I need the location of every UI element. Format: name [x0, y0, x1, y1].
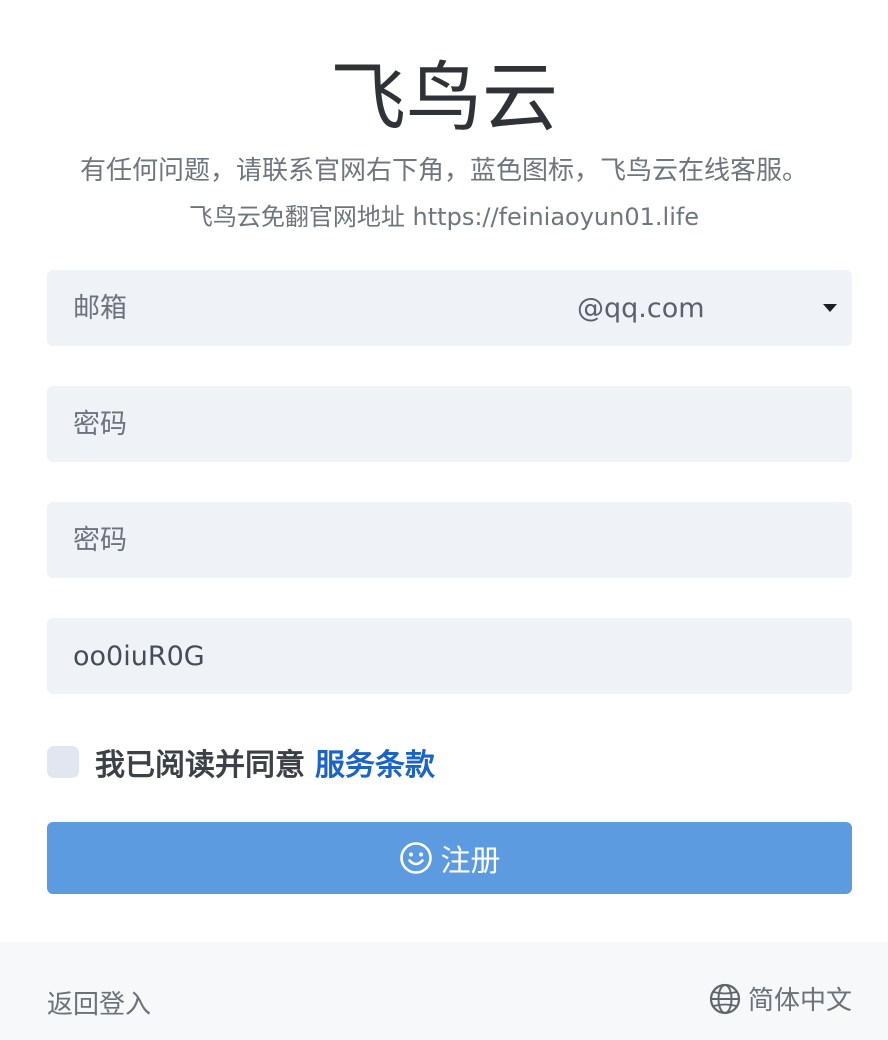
language-label: 简体中文 — [747, 986, 852, 1016]
email-domain-select[interactable]: @qq.com — [577, 270, 852, 346]
email-domain-value: @qq.com — [577, 292, 705, 324]
password-confirm-field — [47, 502, 852, 578]
agree-label: 我已阅读并同意 — [95, 748, 305, 783]
password-confirm-input[interactable] — [47, 502, 852, 578]
agree-checkbox[interactable] — [47, 746, 79, 778]
language-switcher[interactable]: 简体中文 — [708, 980, 852, 1017]
footer-bar: 返回登入 简体中文 — [0, 942, 888, 1040]
caret-down-icon — [823, 304, 837, 312]
terms-agreement: 我已阅读并同意 服务条款 — [47, 740, 435, 784]
password-input[interactable] — [47, 386, 852, 462]
official-url-line: 飞鸟云免翻官网地址 https://feiniaoyun01.life — [188, 203, 700, 231]
register-page: 飞鸟云 有任何问题，请联系官网右下角，蓝色图标，飞鸟云在线客服。 飞鸟云免翻官网… — [0, 0, 888, 1040]
invite-code-field — [47, 618, 852, 694]
register-label: 注册 — [440, 844, 501, 879]
email-field: @qq.com — [47, 270, 852, 346]
register-button[interactable]: 注册 — [47, 822, 852, 894]
back-to-login-link[interactable]: 返回登入 — [47, 984, 151, 1021]
password-field — [47, 386, 852, 462]
support-notice: 有任何问题，请联系官网右下角，蓝色图标，飞鸟云在线客服。 — [79, 156, 808, 186]
app-title: 飞鸟云 — [330, 53, 558, 142]
globe-icon — [709, 983, 741, 1014]
terms-link[interactable]: 服务条款 — [315, 740, 435, 784]
invite-code-input[interactable] — [47, 618, 852, 694]
email-input[interactable] — [47, 270, 507, 346]
smile-icon — [399, 842, 432, 874]
